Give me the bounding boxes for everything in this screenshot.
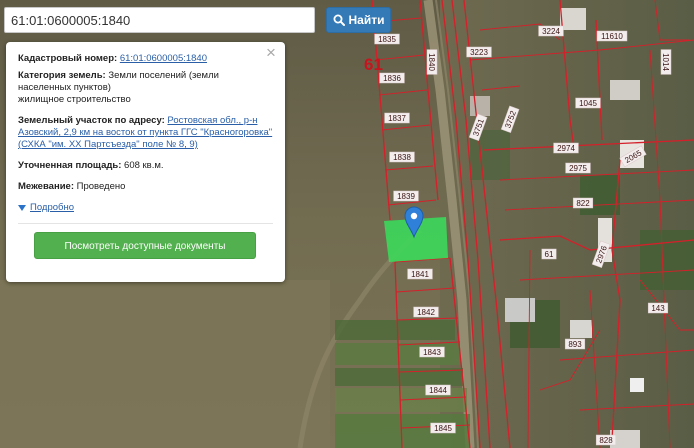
- survey-label: Межевание:: [18, 181, 74, 192]
- svg-text:2975: 2975: [569, 164, 587, 173]
- search-input[interactable]: [4, 7, 315, 33]
- house-roof: [610, 80, 640, 100]
- details-toggle[interactable]: Подробно: [18, 202, 273, 214]
- cadastral-number-link[interactable]: 61:01:0600005:1840: [120, 53, 207, 64]
- svg-text:143: 143: [651, 304, 665, 313]
- address-row: Земельный участок по адресу: Ростовская …: [18, 115, 273, 151]
- search-button[interactable]: Найти: [326, 7, 391, 33]
- area-row: Уточненная площадь: 608 кв.м.: [18, 160, 273, 172]
- details-label: Подробно: [30, 202, 74, 213]
- terrain-left-field: [0, 280, 330, 448]
- area-label: Уточненная площадь:: [18, 160, 122, 171]
- survey-row: Межевание: Проведено: [18, 181, 273, 193]
- svg-text:1835: 1835: [378, 35, 396, 44]
- plot-number-label: 1839: [393, 190, 419, 202]
- plot-number-label: 1837: [384, 112, 410, 124]
- svg-text:1838: 1838: [393, 153, 411, 162]
- svg-text:1836: 1836: [383, 74, 401, 83]
- svg-text:1844: 1844: [429, 386, 447, 395]
- land-use-value: жилищное строительство: [18, 94, 131, 105]
- svg-text:3224: 3224: [542, 27, 560, 36]
- plot-number-label: 1014: [660, 49, 672, 75]
- plot-number-label: 2974: [553, 142, 579, 154]
- plot-number-label: 1836: [379, 72, 405, 84]
- plot-number-label: 822: [572, 197, 594, 209]
- close-icon[interactable]: ×: [264, 44, 278, 61]
- house-roof: [470, 96, 490, 116]
- svg-text:1840: 1840: [427, 53, 436, 71]
- plot-number-label: 1838: [389, 151, 415, 163]
- plot-number-label: 2975: [565, 162, 591, 174]
- plot-number-label: 1842: [413, 306, 439, 318]
- house-roof: [570, 320, 592, 338]
- quarter-label: 61: [364, 55, 383, 74]
- svg-text:1837: 1837: [388, 114, 406, 123]
- plot-number-label: 893: [564, 338, 586, 350]
- land-category-row: Категория земель: Земли поселений (земли…: [18, 70, 273, 106]
- house-roof: [560, 8, 586, 30]
- survey-value: Проведено: [76, 181, 126, 192]
- plot-number-label: 143: [647, 302, 669, 314]
- plot-number-label: 1843: [419, 346, 445, 358]
- svg-text:1014: 1014: [661, 53, 670, 71]
- svg-text:893: 893: [568, 340, 582, 349]
- cadastral-number-label: Кадастровый номер:: [18, 53, 118, 64]
- svg-text:822: 822: [576, 199, 590, 208]
- svg-text:828: 828: [599, 436, 613, 445]
- svg-text:1045: 1045: [579, 99, 597, 108]
- house-roof: [630, 378, 644, 392]
- area-value: 608 кв.м.: [124, 160, 164, 171]
- svg-text:2974: 2974: [557, 144, 575, 153]
- plot-number-label: 1841: [407, 268, 433, 280]
- land-category-label: Категория земель:: [18, 70, 106, 81]
- caret-down-icon: [18, 205, 26, 211]
- plot-number-label: 1844: [425, 384, 451, 396]
- plot-number-label: 1045: [575, 97, 601, 109]
- svg-text:3223: 3223: [470, 48, 488, 57]
- tree-cluster: [640, 230, 694, 290]
- plot-number-label: 3223: [466, 46, 492, 58]
- plot-number-label: 3224: [538, 25, 564, 37]
- plot-number-label: 61: [541, 248, 557, 260]
- plot-number-label: 1845: [430, 422, 456, 434]
- svg-text:1841: 1841: [411, 270, 429, 279]
- svg-text:1845: 1845: [434, 424, 452, 433]
- svg-text:61: 61: [545, 250, 554, 259]
- cadastral-number-row: Кадастровый номер: 61:01:0600005:1840: [18, 53, 273, 65]
- plot-number-label: 828: [595, 434, 617, 446]
- plot-number-label: 1840: [426, 49, 438, 75]
- house-roof: [505, 298, 535, 322]
- plot-number-label: 1835: [374, 33, 400, 45]
- svg-text:11610: 11610: [601, 32, 623, 41]
- parcel-info-popup: × Кадастровый номер: 61:01:0600005:1840 …: [6, 42, 285, 282]
- search-button-label: Найти: [348, 13, 385, 27]
- tree-cluster: [580, 175, 620, 215]
- divider: [18, 223, 273, 224]
- search-icon: [333, 14, 345, 26]
- svg-text:1843: 1843: [423, 348, 441, 357]
- address-label: Земельный участок по адресу:: [18, 115, 165, 126]
- svg-text:1839: 1839: [397, 192, 415, 201]
- garden-strip: [335, 320, 455, 340]
- svg-text:1842: 1842: [417, 308, 435, 317]
- view-documents-button[interactable]: Посмотреть доступные документы: [34, 232, 256, 259]
- plot-number-label: 11610: [596, 30, 628, 42]
